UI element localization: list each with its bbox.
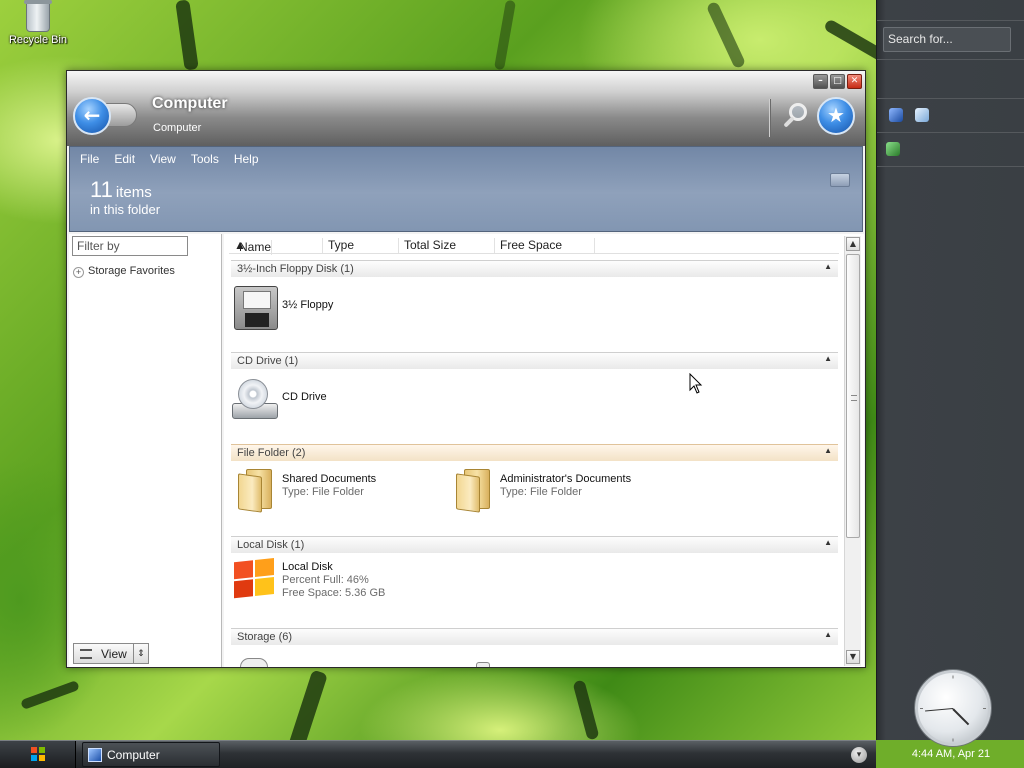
taskbar-item-computer[interactable]: Computer (82, 742, 220, 767)
local-disk-icon (234, 558, 276, 600)
item-detail-free-space: Free Space: 5.36 GB (282, 587, 386, 599)
recycle-bin[interactable]: Recycle Bin (4, 0, 72, 46)
title-bar: ← Computer Computer – □ ✕ ★ (67, 71, 865, 146)
column-header-free-space[interactable]: Free Space (495, 238, 595, 253)
computer-icon (88, 748, 102, 762)
window-title: Computer (152, 95, 228, 112)
item-detail: Type: File Folder (500, 486, 582, 498)
item-detail-percent-full: Percent Full: 46% (282, 574, 369, 586)
taskbar: Computer ▾ (0, 740, 876, 768)
recycle-bin-icon (24, 0, 52, 32)
storage-favorites-label: Storage Favorites (88, 265, 175, 277)
windows-logo-icon (31, 747, 45, 761)
group-header-cd-drive[interactable]: CD Drive (1) ▲ (231, 352, 838, 369)
clock-label: 4:44 AM, Apr 21 (911, 748, 991, 760)
menu-help[interactable]: Help (234, 152, 259, 166)
collapse-caret-icon[interactable]: ▲ (824, 446, 832, 455)
info-pane-toggle-button[interactable] (830, 173, 850, 187)
group-header-label: Local Disk (1) (237, 539, 305, 551)
storage-favorites-item[interactable]: + Storage Favorites (73, 265, 175, 278)
minimize-button[interactable]: – (813, 74, 828, 89)
list-item-shared-documents[interactable]: Shared Documents Type: File Folder (232, 466, 442, 514)
sidebar-app-icon-1[interactable] (889, 108, 903, 122)
recycle-bin-label: Recycle Bin (8, 34, 68, 46)
tray-chevron-icon[interactable]: ▾ (851, 747, 867, 763)
storage-item-peek-icon (240, 658, 268, 667)
group-header-label: File Folder (2) (237, 447, 306, 459)
navigation-pane: Filter by + Storage Favorites View ⇕ (69, 234, 222, 667)
view-spinner-icon[interactable]: ⇕ (133, 644, 148, 663)
sidebar-search-input[interactable]: Search for... (883, 27, 1011, 52)
group-header-local-disk[interactable]: Local Disk (1) ▲ (231, 536, 838, 553)
menu-bar: File Edit View Tools Help (80, 152, 274, 166)
collapse-caret-icon[interactable]: ▲ (824, 262, 832, 271)
item-detail: Type: File Folder (282, 486, 364, 498)
sidebar-app-icon-3[interactable] (886, 142, 900, 156)
item-name: Shared Documents (282, 473, 377, 485)
explorer-window: ← Computer Computer – □ ✕ ★ File Edit Vi… (66, 70, 866, 668)
list-item-administrators-documents[interactable]: Administrator's Documents Type: File Fol… (450, 466, 680, 514)
taskbar-item-label: Computer (107, 748, 160, 762)
list-item-cd-drive[interactable]: CD Drive (232, 374, 432, 422)
back-arrow-icon: ← (73, 97, 111, 135)
items-count-word: items (115, 184, 152, 201)
column-header-name[interactable]: Name ▲ (229, 238, 323, 255)
list-item-local-disk[interactable]: Local Disk Percent Full: 46% Free Space:… (232, 556, 442, 604)
close-button[interactable]: ✕ (847, 74, 862, 89)
item-name: Local Disk (282, 561, 333, 573)
menu-view[interactable]: View (150, 152, 176, 166)
list-item-floppy[interactable]: 3½ Floppy (232, 283, 432, 331)
mouse-cursor-icon (689, 373, 703, 394)
vertical-scrollbar[interactable]: ▲ ▼ (844, 236, 861, 666)
collapse-caret-icon[interactable]: ▲ (824, 538, 832, 547)
content-pane: Name ▲ Type Total Size Free Space 3½-Inc… (224, 234, 864, 667)
window-subtitle: Computer (153, 122, 202, 134)
collapse-caret-icon[interactable]: ▲ (824, 354, 832, 363)
item-name: 3½ Floppy (282, 299, 334, 311)
star-icon: ★ (827, 103, 845, 127)
item-name: CD Drive (282, 391, 327, 403)
scroll-up-arrow-icon[interactable]: ▲ (846, 237, 860, 251)
menu-tools[interactable]: Tools (191, 152, 219, 166)
favorites-star-button[interactable]: ★ (817, 97, 855, 135)
window-controls: – □ ✕ (811, 74, 862, 90)
expand-plus-icon: + (73, 267, 84, 278)
sidebar-app-icon-2[interactable] (915, 108, 929, 122)
group-header-file-folder[interactable]: File Folder (2) ▲ (231, 444, 838, 461)
storage-item-peek-icon (476, 662, 490, 667)
clock-gadget[interactable] (915, 670, 991, 746)
items-count: 11 items (90, 177, 152, 203)
cd-drive-icon (232, 379, 278, 421)
collapse-caret-icon[interactable]: ▲ (824, 630, 832, 639)
column-header-total-size[interactable]: Total Size (399, 238, 495, 253)
scrollbar-thumb[interactable] (846, 254, 860, 538)
floppy-disk-icon (234, 286, 278, 330)
folder-icon (456, 469, 492, 513)
group-header-label: CD Drive (1) (237, 355, 299, 367)
filter-input[interactable]: Filter by (72, 236, 188, 256)
items-count-subtitle: in this folder (90, 202, 161, 217)
menu-edit[interactable]: Edit (114, 152, 135, 166)
start-button[interactable] (0, 741, 76, 768)
group-header-label: Storage (6) (237, 631, 293, 643)
view-button[interactable]: View ⇕ (73, 643, 149, 664)
group-header-storage[interactable]: Storage (6) ▲ (231, 628, 838, 645)
item-name: Administrator's Documents (500, 473, 632, 485)
view-button-label: View (101, 647, 127, 661)
menu-file[interactable]: File (80, 152, 99, 166)
column-header-type[interactable]: Type (323, 238, 399, 253)
column-headers: Name ▲ Type Total Size Free Space (229, 236, 839, 255)
maximize-button[interactable]: □ (830, 74, 845, 89)
group-header-floppy[interactable]: 3½-Inch Floppy Disk (1) ▲ (231, 260, 838, 277)
back-button[interactable]: ← (73, 97, 137, 135)
view-list-icon (80, 649, 92, 659)
toolbar-separator (769, 99, 771, 137)
search-button[interactable] (781, 103, 809, 133)
folder-icon (238, 469, 274, 513)
items-count-number: 11 (90, 177, 113, 202)
scroll-down-arrow-icon[interactable]: ▼ (846, 650, 860, 664)
sidebar: Search for... 4:44 AM, Apr 21 (876, 0, 1024, 760)
info-band: File Edit View Tools Help 11 items in th… (69, 146, 863, 232)
group-header-label: 3½-Inch Floppy Disk (1) (237, 263, 354, 275)
